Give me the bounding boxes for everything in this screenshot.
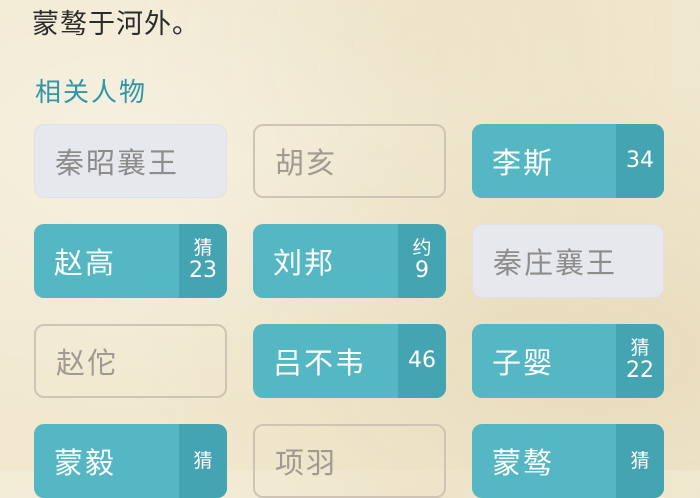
person-card[interactable]: 项羽 bbox=[253, 424, 446, 498]
person-name: 项羽 bbox=[275, 446, 338, 480]
person-name: 胡亥 bbox=[275, 146, 338, 180]
person-card[interactable]: 赵高 猜 23 bbox=[34, 224, 227, 298]
person-name: 刘邦 bbox=[273, 246, 336, 280]
badge-count: 23 bbox=[189, 258, 217, 284]
person-count-badge: 约 9 bbox=[398, 224, 446, 298]
person-card[interactable]: 胡亥 bbox=[253, 124, 446, 198]
badge-tag: 猜 bbox=[630, 337, 650, 360]
related-people-grid: 秦昭襄王 胡亥 李斯 34 赵高 猜 23 刘邦 约 9 秦庄襄王 赵佗 吕不韦… bbox=[34, 124, 664, 498]
person-name: 秦昭襄王 bbox=[55, 146, 180, 180]
person-name: 蒙骜 bbox=[492, 446, 555, 480]
person-card[interactable]: 子婴 猜 22 bbox=[472, 324, 664, 398]
person-count-badge: 猜 bbox=[179, 424, 227, 498]
person-card[interactable]: 李斯 34 bbox=[472, 124, 664, 198]
person-name: 秦庄襄王 bbox=[493, 246, 618, 280]
person-count-badge: 猜 bbox=[616, 424, 664, 498]
person-card[interactable]: 蒙毅 猜 bbox=[34, 424, 227, 498]
person-name: 蒙毅 bbox=[54, 446, 117, 480]
person-card[interactable]: 吕不韦 46 bbox=[253, 324, 446, 398]
badge-tag: 猜 bbox=[193, 237, 213, 260]
person-name: 吕不韦 bbox=[273, 346, 367, 380]
person-name: 子婴 bbox=[492, 346, 555, 380]
badge-tag: 猜 bbox=[630, 449, 650, 472]
badge-tag: 约 bbox=[412, 237, 432, 260]
article-text-tail: 蒙骜于河外。 bbox=[32, 9, 200, 40]
person-name: 赵高 bbox=[54, 246, 117, 280]
person-card[interactable]: 秦昭襄王 bbox=[34, 124, 227, 198]
person-card[interactable]: 蒙骜 猜 bbox=[472, 424, 664, 498]
person-count-badge: 猜 22 bbox=[616, 324, 664, 398]
badge-count: 9 bbox=[415, 258, 429, 284]
related-people-heading: 相关人物 bbox=[35, 78, 148, 108]
person-count-badge: 34 bbox=[616, 124, 664, 198]
person-card[interactable]: 秦庄襄王 bbox=[472, 224, 664, 298]
person-count-badge: 46 bbox=[398, 324, 446, 398]
badge-count: 46 bbox=[408, 347, 436, 373]
person-card[interactable]: 刘邦 约 9 bbox=[253, 224, 446, 298]
person-name: 李斯 bbox=[492, 146, 555, 180]
badge-tag: 猜 bbox=[193, 449, 213, 472]
person-card[interactable]: 赵佗 bbox=[34, 324, 227, 398]
person-count-badge: 猜 23 bbox=[179, 224, 227, 298]
badge-count: 22 bbox=[626, 358, 654, 384]
badge-count: 34 bbox=[626, 147, 654, 173]
person-name: 赵佗 bbox=[56, 346, 119, 380]
